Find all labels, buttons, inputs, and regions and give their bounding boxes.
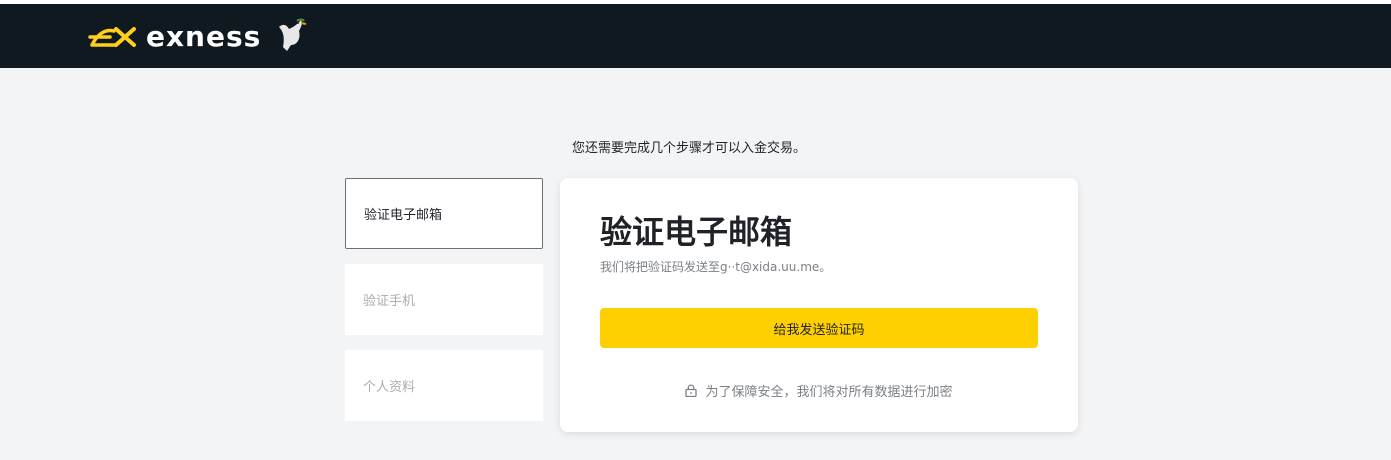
step-verify-email[interactable]: 验证电子邮箱 bbox=[345, 178, 543, 249]
step-label: 验证手机 bbox=[363, 294, 416, 309]
dove-icon bbox=[279, 18, 307, 51]
exness-logo-mark-icon bbox=[88, 27, 136, 47]
site-header: exness bbox=[0, 4, 1391, 68]
security-note: 为了保障安全，我们将对所有数据进行加密 bbox=[560, 381, 1078, 400]
step-verify-phone[interactable]: 验证手机 bbox=[345, 264, 543, 335]
step-label: 验证电子邮箱 bbox=[364, 208, 443, 223]
step-personal-info[interactable]: 个人资料 bbox=[345, 350, 543, 421]
card-title: 验证电子邮箱 bbox=[600, 213, 793, 251]
intro-text: 您还需要完成几个步骤才可以入金交易。 bbox=[572, 141, 807, 156]
verify-email-card: 验证电子邮箱 我们将把验证码发送至g··t@xida.uu.me。 给我发送验证… bbox=[560, 178, 1078, 432]
exness-logo[interactable]: exness bbox=[88, 16, 307, 56]
step-label: 个人资料 bbox=[363, 380, 416, 395]
lock-icon bbox=[685, 384, 698, 397]
send-code-button[interactable]: 给我发送验证码 bbox=[600, 308, 1038, 348]
security-note-text: 为了保障安全，我们将对所有数据进行加密 bbox=[705, 385, 953, 400]
brand-name: exness bbox=[146, 19, 262, 53]
card-subtitle: 我们将把验证码发送至g··t@xida.uu.me。 bbox=[600, 260, 832, 274]
